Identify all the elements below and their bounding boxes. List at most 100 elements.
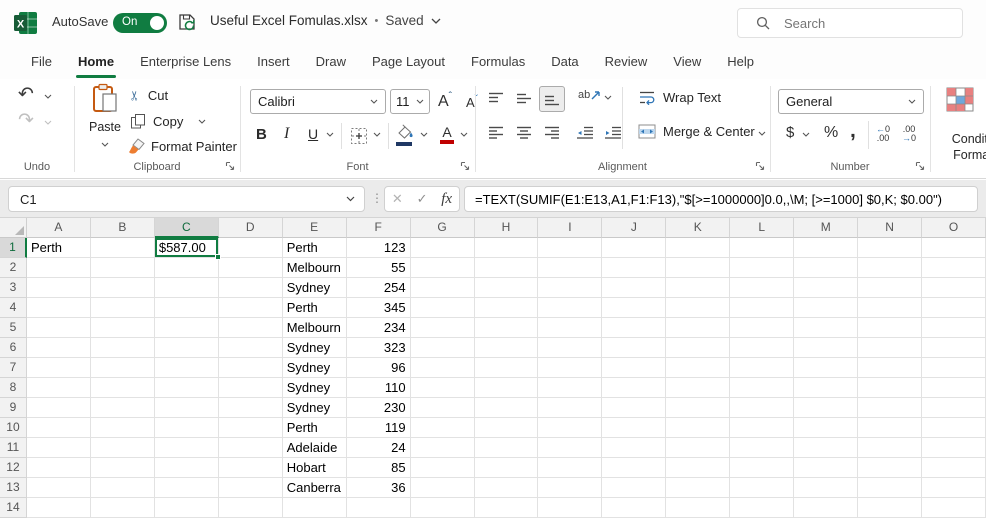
bottom-align-button[interactable] [544, 91, 560, 107]
cell-J13[interactable] [602, 478, 666, 498]
cell-B4[interactable] [91, 298, 155, 318]
cell-A11[interactable] [27, 438, 91, 458]
fill-color-chevron-icon[interactable] [420, 132, 428, 137]
tab-enterprise-lens[interactable]: Enterprise Lens [127, 45, 244, 79]
row-header-4[interactable]: 4 [0, 298, 27, 318]
cell-G12[interactable] [411, 458, 475, 478]
cell-D5[interactable] [219, 318, 283, 338]
align-left-button[interactable] [488, 125, 504, 141]
font-size-combobox[interactable]: 11 [390, 89, 430, 114]
cell-G4[interactable] [411, 298, 475, 318]
column-header-M[interactable]: M [794, 218, 858, 238]
cell-C1[interactable]: $587.00 [155, 238, 219, 258]
cell-G6[interactable] [411, 338, 475, 358]
cell-N6[interactable] [858, 338, 922, 358]
cell-K8[interactable] [666, 378, 730, 398]
cell-L10[interactable] [730, 418, 794, 438]
column-header-B[interactable]: B [91, 218, 155, 238]
column-header-D[interactable]: D [219, 218, 283, 238]
cell-B9[interactable] [91, 398, 155, 418]
wrap-text-button[interactable]: Wrap Text [638, 90, 721, 105]
cell-M2[interactable] [794, 258, 858, 278]
cell-A9[interactable] [27, 398, 91, 418]
cell-K14[interactable] [666, 498, 730, 518]
row-header-14[interactable]: 14 [0, 498, 27, 518]
cell-F10[interactable]: 119 [347, 418, 411, 438]
cell-H14[interactable] [475, 498, 539, 518]
italic-button[interactable]: I [284, 125, 289, 143]
row-header-3[interactable]: 3 [0, 278, 27, 298]
cell-G14[interactable] [411, 498, 475, 518]
row-header-12[interactable]: 12 [0, 458, 27, 478]
cell-M13[interactable] [794, 478, 858, 498]
cell-C14[interactable] [155, 498, 219, 518]
cell-N4[interactable] [858, 298, 922, 318]
cell-L4[interactable] [730, 298, 794, 318]
name-box[interactable] [8, 186, 365, 212]
cell-E5[interactable]: Melbourn [283, 318, 347, 338]
cell-O10[interactable] [922, 418, 986, 438]
cell-N7[interactable] [858, 358, 922, 378]
redo-button[interactable]: ↷ [18, 111, 34, 131]
increase-indent-button[interactable] [604, 125, 622, 141]
cell-J12[interactable] [602, 458, 666, 478]
increase-font-size-button[interactable]: Aˆ [438, 91, 452, 111]
cell-G8[interactable] [411, 378, 475, 398]
cell-C5[interactable] [155, 318, 219, 338]
cell-K2[interactable] [666, 258, 730, 278]
cell-N8[interactable] [858, 378, 922, 398]
copy-button[interactable]: Copy [130, 113, 206, 129]
cell-G10[interactable] [411, 418, 475, 438]
currency-format-button[interactable]: $ [786, 124, 794, 141]
name-box-input[interactable] [18, 191, 318, 208]
cell-C9[interactable] [155, 398, 219, 418]
cell-B3[interactable] [91, 278, 155, 298]
cell-G1[interactable] [411, 238, 475, 258]
cell-B10[interactable] [91, 418, 155, 438]
cell-B5[interactable] [91, 318, 155, 338]
cell-A5[interactable] [27, 318, 91, 338]
cell-E12[interactable]: Hobart [283, 458, 347, 478]
cell-B11[interactable] [91, 438, 155, 458]
cut-button[interactable]: ✂ Cut [130, 88, 168, 103]
font-color-chevron-icon[interactable] [460, 132, 468, 137]
cell-K4[interactable] [666, 298, 730, 318]
column-header-J[interactable]: J [602, 218, 666, 238]
row-header-9[interactable]: 9 [0, 398, 27, 418]
cell-F13[interactable]: 36 [347, 478, 411, 498]
percent-format-button[interactable]: % [824, 124, 838, 142]
column-header-G[interactable]: G [411, 218, 475, 238]
cell-D12[interactable] [219, 458, 283, 478]
align-right-button[interactable] [544, 125, 560, 141]
cell-F6[interactable]: 323 [347, 338, 411, 358]
cell-E14[interactable] [283, 498, 347, 518]
cell-G13[interactable] [411, 478, 475, 498]
cell-D10[interactable] [219, 418, 283, 438]
undo-button[interactable]: ↶ [18, 85, 34, 105]
cell-M8[interactable] [794, 378, 858, 398]
cell-B7[interactable] [91, 358, 155, 378]
cell-O3[interactable] [922, 278, 986, 298]
cell-N14[interactable] [858, 498, 922, 518]
cell-F2[interactable]: 55 [347, 258, 411, 278]
cell-M1[interactable] [794, 238, 858, 258]
cell-I8[interactable] [538, 378, 602, 398]
cell-M5[interactable] [794, 318, 858, 338]
cell-I11[interactable] [538, 438, 602, 458]
cell-G5[interactable] [411, 318, 475, 338]
row-header-1[interactable]: 1 [0, 238, 27, 258]
cell-C13[interactable] [155, 478, 219, 498]
top-align-button[interactable] [488, 91, 504, 107]
cell-K7[interactable] [666, 358, 730, 378]
undo-chevron-icon[interactable] [44, 94, 52, 99]
cell-F7[interactable]: 96 [347, 358, 411, 378]
conditional-formatting-label[interactable]: Conditional Formatting [933, 131, 986, 163]
cell-K12[interactable] [666, 458, 730, 478]
cell-J14[interactable] [602, 498, 666, 518]
cell-L14[interactable] [730, 498, 794, 518]
cell-L11[interactable] [730, 438, 794, 458]
cell-B1[interactable] [91, 238, 155, 258]
cell-C4[interactable] [155, 298, 219, 318]
cell-F5[interactable]: 234 [347, 318, 411, 338]
cell-I7[interactable] [538, 358, 602, 378]
